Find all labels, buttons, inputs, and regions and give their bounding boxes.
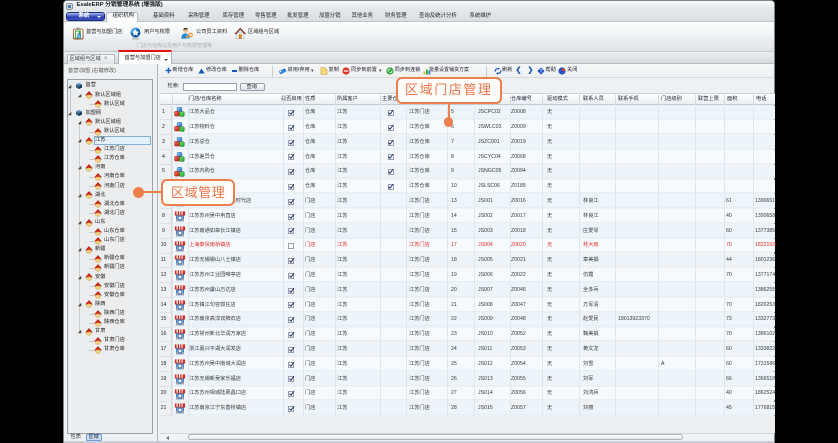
svg-text:?: ? bbox=[539, 68, 542, 74]
